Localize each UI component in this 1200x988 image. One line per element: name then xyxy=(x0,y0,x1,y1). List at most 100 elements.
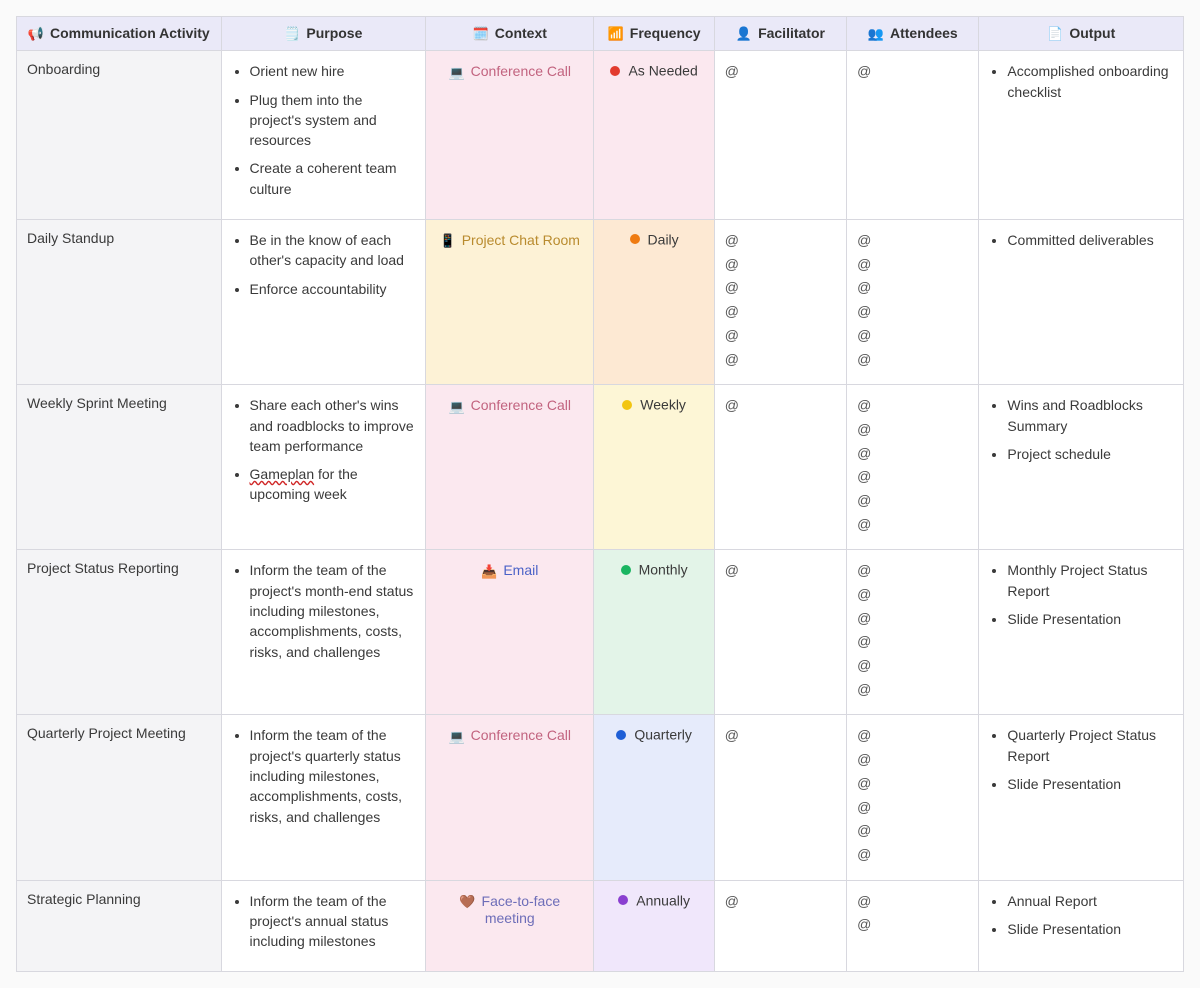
mention-placeholder[interactable]: @ xyxy=(857,560,968,582)
frequency-cell[interactable]: Daily xyxy=(594,220,714,385)
table-row: Daily StandupBe in the know of each othe… xyxy=(17,220,1184,385)
mention-placeholder[interactable]: @ xyxy=(857,325,968,347)
attendees-cell[interactable]: @@@@@@ xyxy=(847,220,979,385)
purpose-cell[interactable]: Inform the team of the project's month-e… xyxy=(221,550,426,715)
context-cell[interactable]: 📥Email xyxy=(426,550,594,715)
facilitator-cell[interactable]: @ xyxy=(714,880,846,972)
mention-placeholder[interactable]: @ xyxy=(857,608,968,630)
header-facilitator[interactable]: 👤Facilitator xyxy=(714,17,846,51)
mention-placeholder[interactable]: @ xyxy=(857,419,968,441)
purpose-cell[interactable]: Orient new hirePlug them into the projec… xyxy=(221,51,426,220)
frequency-cell[interactable]: As Needed xyxy=(594,51,714,220)
frequency-cell[interactable]: Annually xyxy=(594,880,714,972)
mention-placeholder[interactable]: @ xyxy=(857,891,968,913)
list-item: Create a coherent team culture xyxy=(250,158,416,199)
context-cell[interactable]: 📱Project Chat Room xyxy=(426,220,594,385)
activity-cell[interactable]: Strategic Planning xyxy=(17,880,222,972)
header-frequency[interactable]: 📶Frequency xyxy=(594,17,714,51)
context-cell[interactable]: 💻Conference Call xyxy=(426,715,594,880)
mention-placeholder[interactable]: @ xyxy=(857,797,968,819)
context-cell[interactable]: 💻Conference Call xyxy=(426,385,594,550)
frequency-dot-icon xyxy=(616,730,626,740)
context-icon: 💻 xyxy=(448,729,464,745)
communication-plan-table: 📢Communication Activity 🗒️Purpose 🗓️Cont… xyxy=(16,16,1184,972)
output-cell[interactable]: Committed deliverables xyxy=(979,220,1184,385)
mention-placeholder[interactable]: @ xyxy=(857,914,968,936)
context-cell[interactable]: 💻Conference Call xyxy=(426,51,594,220)
mention-placeholder[interactable]: @ xyxy=(725,325,836,347)
mention-placeholder[interactable]: @ xyxy=(857,773,968,795)
facilitator-cell[interactable]: @ xyxy=(714,715,846,880)
mention-placeholder[interactable]: @ xyxy=(857,230,968,252)
mention-placeholder[interactable]: @ xyxy=(857,584,968,606)
mention-placeholder[interactable]: @ xyxy=(857,254,968,276)
header-label: Context xyxy=(495,25,547,41)
mention-placeholder[interactable]: @ xyxy=(857,349,968,371)
mention-placeholder[interactable]: @ xyxy=(857,655,968,677)
mention-placeholder[interactable]: @ xyxy=(857,679,968,701)
mention-placeholder[interactable]: @ xyxy=(725,301,836,323)
table-header-row: 📢Communication Activity 🗒️Purpose 🗓️Cont… xyxy=(17,17,1184,51)
mention-placeholder[interactable]: @ xyxy=(857,725,968,747)
frequency-cell[interactable]: Quarterly xyxy=(594,715,714,880)
output-cell[interactable]: Monthly Project Status ReportSlide Prese… xyxy=(979,550,1184,715)
mention-placeholder[interactable]: @ xyxy=(857,820,968,842)
mention-placeholder[interactable]: @ xyxy=(857,395,968,417)
mention-placeholder[interactable]: @ xyxy=(725,254,836,276)
facilitator-cell[interactable]: @ xyxy=(714,385,846,550)
context-cell[interactable]: 🤎Face-to-face meeting xyxy=(426,880,594,972)
list-item: Slide Presentation xyxy=(1007,609,1173,629)
header-output[interactable]: 📄Output xyxy=(979,17,1184,51)
context-label: Conference Call xyxy=(471,63,571,79)
output-cell[interactable]: Accomplished onboarding checklist xyxy=(979,51,1184,220)
mention-placeholder[interactable]: @ xyxy=(725,61,836,83)
mention-placeholder[interactable]: @ xyxy=(725,395,836,417)
purpose-cell[interactable]: Inform the team of the project's quarter… xyxy=(221,715,426,880)
output-cell[interactable]: Quarterly Project Status ReportSlide Pre… xyxy=(979,715,1184,880)
mention-placeholder[interactable]: @ xyxy=(857,490,968,512)
mention-placeholder[interactable]: @ xyxy=(725,277,836,299)
mention-placeholder[interactable]: @ xyxy=(725,725,836,747)
mention-placeholder[interactable]: @ xyxy=(857,844,968,866)
mention-placeholder[interactable]: @ xyxy=(857,277,968,299)
attendees-cell[interactable]: @@@@@@ xyxy=(847,715,979,880)
facilitator-cell[interactable]: @ xyxy=(714,51,846,220)
mention-placeholder[interactable]: @ xyxy=(857,443,968,465)
mention-placeholder[interactable]: @ xyxy=(857,61,968,83)
mention-placeholder[interactable]: @ xyxy=(857,466,968,488)
mention-placeholder[interactable]: @ xyxy=(725,230,836,252)
mention-placeholder[interactable]: @ xyxy=(857,514,968,536)
purpose-cell[interactable]: Be in the know of each other's capacity … xyxy=(221,220,426,385)
mention-placeholder[interactable]: @ xyxy=(857,301,968,323)
activity-cell[interactable]: Daily Standup xyxy=(17,220,222,385)
attendees-cell[interactable]: @@@@@@ xyxy=(847,550,979,715)
activity-cell[interactable]: Onboarding xyxy=(17,51,222,220)
output-cell[interactable]: Wins and Roadblocks SummaryProject sched… xyxy=(979,385,1184,550)
purpose-cell[interactable]: Inform the team of the project's annual … xyxy=(221,880,426,972)
activity-cell[interactable]: Project Status Reporting xyxy=(17,550,222,715)
frequency-dot-icon xyxy=(630,234,640,244)
header-attendees[interactable]: 👥Attendees xyxy=(847,17,979,51)
header-purpose[interactable]: 🗒️Purpose xyxy=(221,17,426,51)
header-label: Frequency xyxy=(630,25,701,41)
mention-placeholder[interactable]: @ xyxy=(857,749,968,771)
attendees-cell[interactable]: @ xyxy=(847,51,979,220)
mention-placeholder[interactable]: @ xyxy=(857,631,968,653)
header-activity[interactable]: 📢Communication Activity xyxy=(17,17,222,51)
header-label: Output xyxy=(1069,25,1115,41)
facilitator-cell[interactable]: @ xyxy=(714,550,846,715)
activity-cell[interactable]: Weekly Sprint Meeting xyxy=(17,385,222,550)
frequency-cell[interactable]: Monthly xyxy=(594,550,714,715)
mention-placeholder[interactable]: @ xyxy=(725,891,836,913)
context-label: Email xyxy=(503,562,538,578)
activity-cell[interactable]: Quarterly Project Meeting xyxy=(17,715,222,880)
mention-placeholder[interactable]: @ xyxy=(725,560,836,582)
output-cell[interactable]: Annual ReportSlide Presentation xyxy=(979,880,1184,972)
header-context[interactable]: 🗓️Context xyxy=(426,17,594,51)
attendees-cell[interactable]: @@@@@@ xyxy=(847,385,979,550)
frequency-cell[interactable]: Weekly xyxy=(594,385,714,550)
purpose-cell[interactable]: Share each other's wins and roadblocks t… xyxy=(221,385,426,550)
mention-placeholder[interactable]: @ xyxy=(725,349,836,371)
facilitator-cell[interactable]: @@@@@@ xyxy=(714,220,846,385)
attendees-cell[interactable]: @@ xyxy=(847,880,979,972)
